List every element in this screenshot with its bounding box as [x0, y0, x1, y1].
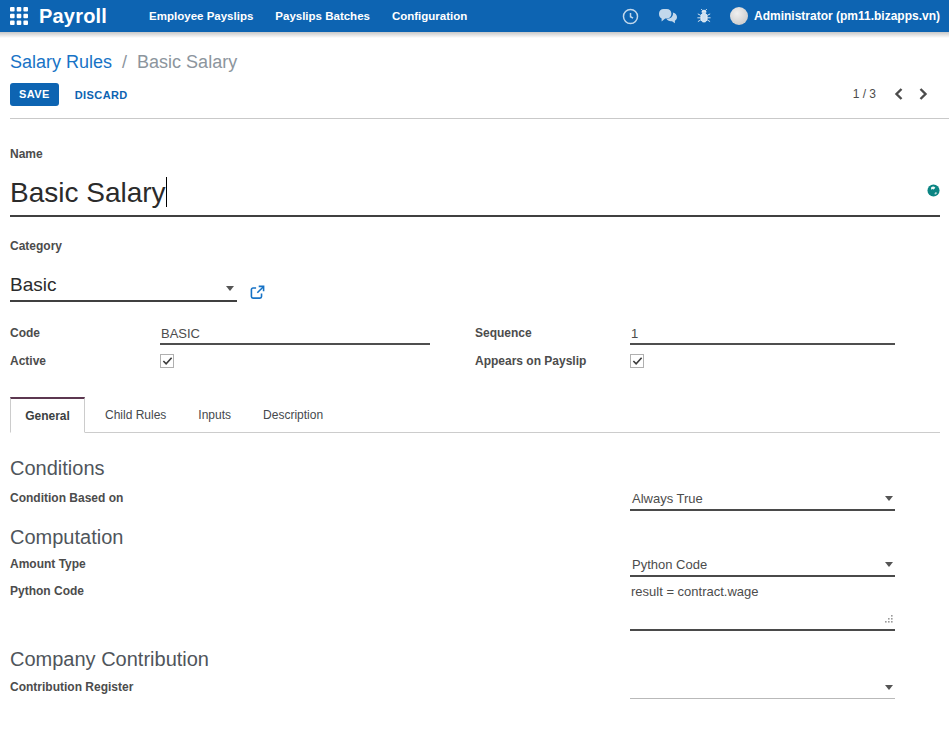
- top-navbar: Payroll Employee Payslips Payslips Batch…: [0, 0, 949, 32]
- contribution-register-select[interactable]: [630, 680, 895, 699]
- external-link-icon[interactable]: [250, 285, 265, 300]
- pager-value: 1 / 3: [853, 87, 876, 101]
- resize-grip-icon[interactable]: [884, 611, 893, 626]
- code-label: Code: [10, 326, 160, 341]
- python-code-label: Python Code: [10, 584, 630, 599]
- chevron-down-icon[interactable]: [226, 286, 234, 291]
- tab-inputs[interactable]: Inputs: [182, 397, 247, 432]
- breadcrumb-parent[interactable]: Salary Rules: [10, 52, 112, 72]
- tab-description[interactable]: Description: [247, 397, 339, 432]
- sequence-input[interactable]: 1: [630, 326, 895, 345]
- python-code-value: result = contract.wage: [631, 584, 759, 599]
- computation-title: Computation: [10, 526, 940, 549]
- bug-icon[interactable]: [697, 8, 711, 24]
- menu-employee-payslips[interactable]: Employee Payslips: [138, 0, 264, 32]
- condition-based-on-row: Condition Based on Always True: [10, 491, 940, 511]
- sequence-label: Sequence: [475, 326, 630, 341]
- name-label: Name: [10, 147, 940, 161]
- contribution-register-row: Contribution Register: [10, 680, 940, 699]
- appears-on-payslip-label: Appears on Payslip: [475, 354, 630, 369]
- control-panel-buttons: SAVE DISCARD: [10, 83, 949, 106]
- amount-type-label: Amount Type: [10, 557, 630, 572]
- chevron-left-icon[interactable]: [890, 88, 907, 100]
- text-cursor: [166, 177, 167, 207]
- navbar-systray: Administrator (pm11.bizapps.vn): [622, 7, 949, 25]
- notebook-tabs: General Child Rules Inputs Description: [10, 397, 940, 433]
- python-code-textarea[interactable]: result = contract.wage: [630, 584, 895, 631]
- condition-based-on-select[interactable]: Always True: [630, 491, 895, 511]
- tab-general[interactable]: General: [10, 397, 85, 433]
- condition-based-on-value: Always True: [632, 491, 703, 506]
- category-label: Category: [10, 239, 940, 253]
- contribution-register-label: Contribution Register: [10, 680, 630, 695]
- tab-child-rules[interactable]: Child Rules: [89, 397, 182, 432]
- discard-button[interactable]: DISCARD: [75, 89, 128, 101]
- chevron-down-icon[interactable]: [885, 685, 893, 690]
- globe-icon[interactable]: [927, 184, 940, 197]
- clock-icon[interactable]: [622, 8, 639, 25]
- chevron-down-icon[interactable]: [885, 496, 893, 501]
- user-menu[interactable]: Administrator (pm11.bizapps.vn): [754, 9, 940, 23]
- amount-type-row: Amount Type Python Code: [10, 557, 940, 577]
- code-sequence-group: Code BASIC Sequence 1 Active Appears on …: [10, 326, 940, 369]
- amount-type-value: Python Code: [632, 557, 707, 572]
- menu-configuration[interactable]: Configuration: [381, 0, 478, 32]
- active-label: Active: [10, 354, 160, 369]
- category-value[interactable]: Basic: [10, 274, 56, 295]
- category-row: Basic: [10, 273, 940, 302]
- conditions-title: Conditions: [10, 457, 940, 480]
- active-checkbox[interactable]: [160, 354, 174, 368]
- chevron-right-icon[interactable]: [915, 88, 932, 100]
- user-avatar[interactable]: [730, 7, 748, 25]
- chevron-down-icon[interactable]: [885, 562, 893, 567]
- name-input[interactable]: Basic Salary: [10, 176, 940, 217]
- app-title[interactable]: Payroll: [39, 5, 107, 28]
- apps-grid-icon[interactable]: [10, 7, 28, 25]
- menu-payslips-batches[interactable]: Payslips Batches: [264, 0, 381, 32]
- form-sheet: Name Basic Salary Category Basic Code BA…: [0, 119, 949, 699]
- control-panel-border: [10, 118, 949, 119]
- chat-icon[interactable]: [658, 8, 678, 24]
- code-input[interactable]: BASIC: [160, 326, 430, 345]
- breadcrumb-separator: /: [117, 52, 132, 72]
- condition-based-on-label: Condition Based on: [10, 491, 630, 506]
- tab-content-general: Conditions Condition Based on Always Tru…: [10, 433, 940, 699]
- company-contribution-title: Company Contribution: [10, 648, 940, 671]
- main-menu: Employee Payslips Payslips Batches Confi…: [138, 0, 478, 32]
- name-value[interactable]: Basic Salary: [10, 177, 166, 208]
- category-select[interactable]: Basic: [10, 273, 237, 302]
- breadcrumb-current: Basic Salary: [137, 52, 237, 72]
- python-code-row: Python Code result = contract.wage: [10, 584, 940, 631]
- breadcrumb: Salary Rules / Basic Salary: [10, 51, 949, 73]
- amount-type-select[interactable]: Python Code: [630, 557, 895, 577]
- control-panel: Salary Rules / Basic Salary SAVE DISCARD…: [0, 38, 949, 119]
- pager: 1 / 3: [853, 82, 932, 105]
- save-button[interactable]: SAVE: [10, 83, 59, 106]
- appears-on-payslip-checkbox[interactable]: [630, 354, 644, 368]
